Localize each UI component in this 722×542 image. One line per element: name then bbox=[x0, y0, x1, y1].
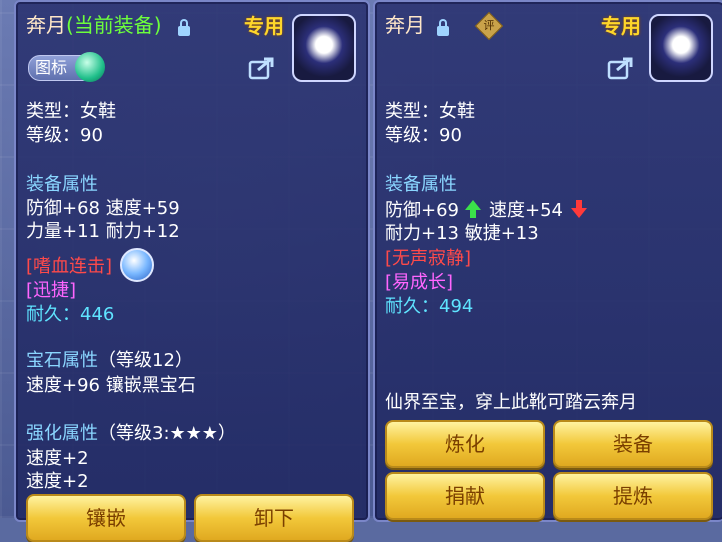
unequip-button[interactable]: 卸下 bbox=[194, 494, 354, 542]
stat-down-arrow-icon bbox=[571, 208, 587, 218]
toggle-orb-icon bbox=[75, 52, 105, 82]
lock-icon[interactable] bbox=[437, 19, 449, 36]
item-name: 奔月 bbox=[385, 13, 425, 37]
equip-stats-line-1: 防御+68 速度+59 bbox=[26, 198, 180, 219]
exclusive-label: 专用 bbox=[601, 14, 641, 38]
donate-button[interactable]: 捐献 bbox=[385, 472, 545, 520]
item-name: 奔月 bbox=[26, 13, 66, 37]
equip-stats-line-2: 耐力+13 敏捷+13 bbox=[385, 223, 539, 244]
stat-up-arrow-stem bbox=[470, 210, 476, 218]
skill-label-1: [无声寂静] bbox=[385, 248, 472, 269]
character-portrait-icon bbox=[649, 14, 713, 82]
current-equipped-tag: (当前装备) bbox=[66, 13, 162, 37]
appraise-badge[interactable]: 评 bbox=[474, 11, 504, 41]
item-description: 仙界至宝，穿上此靴可踏云奔月 bbox=[385, 392, 637, 413]
item-level: 等级：90 bbox=[385, 125, 462, 146]
stat-down-arrow-stem bbox=[576, 200, 582, 208]
enhance-stat-1: 速度+2 bbox=[26, 448, 89, 469]
item-type: 类型：女鞋 bbox=[385, 101, 475, 122]
tag-toggle-label: 图标 bbox=[35, 58, 68, 77]
equip-stats-line-2: 力量+11 耐力+12 bbox=[26, 221, 180, 242]
skill-label-2: [迅捷] bbox=[26, 280, 77, 301]
skill-orb-icon[interactable] bbox=[120, 248, 154, 282]
gem-attributes-line: 宝石属性（等级12） bbox=[26, 350, 193, 372]
gem-stat: 速度+96 镶嵌黑宝石 bbox=[26, 375, 196, 396]
character-portrait-icon bbox=[292, 14, 356, 82]
gem-level: （等级12） bbox=[98, 350, 193, 371]
lock-icon[interactable] bbox=[178, 19, 190, 36]
compare-equipment-panel: 奔月 评 专用 类型：女鞋 等级：90 装备属性 防御+69 速度+54 耐力+… bbox=[373, 0, 722, 522]
enhance-stat-2: 速度+2 bbox=[26, 471, 89, 492]
item-type: 类型：女鞋 bbox=[26, 101, 116, 122]
inlay-button[interactable]: 镶嵌 bbox=[26, 494, 186, 542]
exclusive-label: 专用 bbox=[244, 14, 284, 38]
item-title: 奔月(当前装备) bbox=[26, 14, 162, 36]
share-icon[interactable] bbox=[248, 56, 276, 80]
skill-label-1: [嗜血连击] bbox=[26, 256, 113, 277]
defense-stat: 防御+69 bbox=[385, 200, 459, 221]
enhance-attributes-line: 强化属性（等级3:★★★） bbox=[26, 423, 236, 445]
skill-label-2: [易成长] bbox=[385, 272, 454, 293]
item-level: 等级：90 bbox=[26, 125, 103, 146]
tag-toggle-button[interactable]: 图标 bbox=[28, 52, 105, 82]
equip-button[interactable]: 装备 bbox=[553, 420, 713, 468]
gem-attributes-header: 宝石属性 bbox=[26, 350, 98, 371]
durability-text: 耐久：446 bbox=[26, 304, 115, 325]
stat-up-arrow-icon bbox=[465, 200, 481, 210]
appraise-label: 评 bbox=[483, 19, 495, 32]
enhance-level: （等级3:★★★） bbox=[98, 423, 236, 444]
refine-button[interactable]: 炼化 bbox=[385, 420, 545, 468]
durability-text: 耐久：494 bbox=[385, 296, 474, 317]
enhance-attributes-header: 强化属性 bbox=[26, 423, 98, 444]
equip-attributes-header: 装备属性 bbox=[385, 174, 457, 195]
current-equipment-panel: 奔月(当前装备) 专用 图标 类型：女鞋 等级：90 装备属性 防御+68 速度… bbox=[14, 0, 370, 542]
share-icon[interactable] bbox=[607, 56, 635, 80]
speed-stat: 速度+54 bbox=[489, 200, 563, 221]
equip-attributes-header: 装备属性 bbox=[26, 174, 98, 195]
extract-button[interactable]: 提炼 bbox=[553, 472, 713, 520]
